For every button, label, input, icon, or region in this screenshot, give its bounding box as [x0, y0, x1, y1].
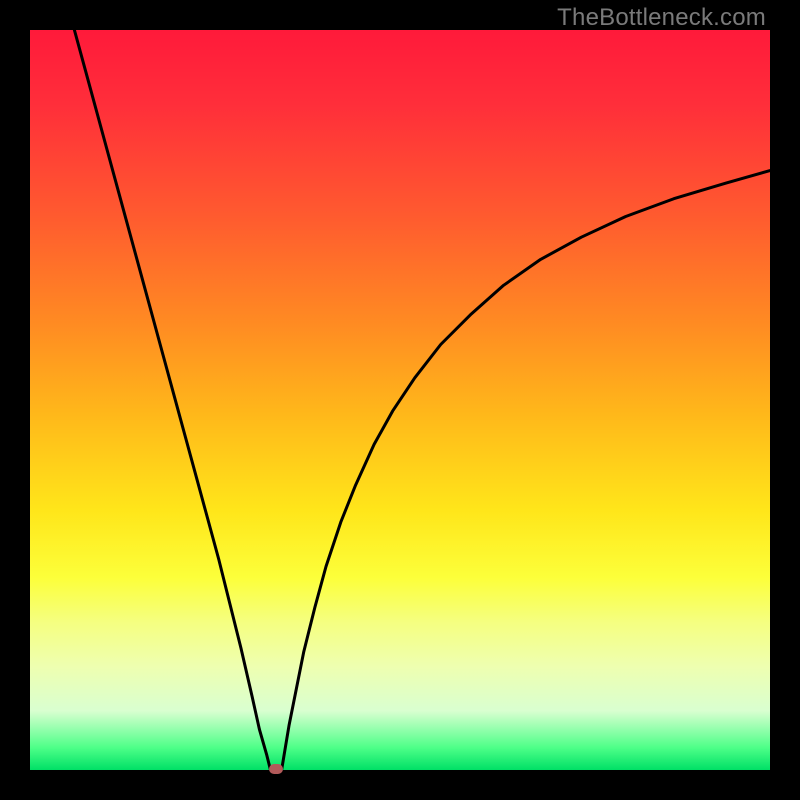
curve-right-branch: [282, 171, 770, 770]
minimum-marker: [269, 764, 283, 774]
watermark-text: TheBottleneck.com: [557, 4, 766, 32]
plot-area: [30, 30, 770, 770]
curve-left-branch: [74, 30, 270, 770]
chart-svg: [30, 30, 770, 770]
